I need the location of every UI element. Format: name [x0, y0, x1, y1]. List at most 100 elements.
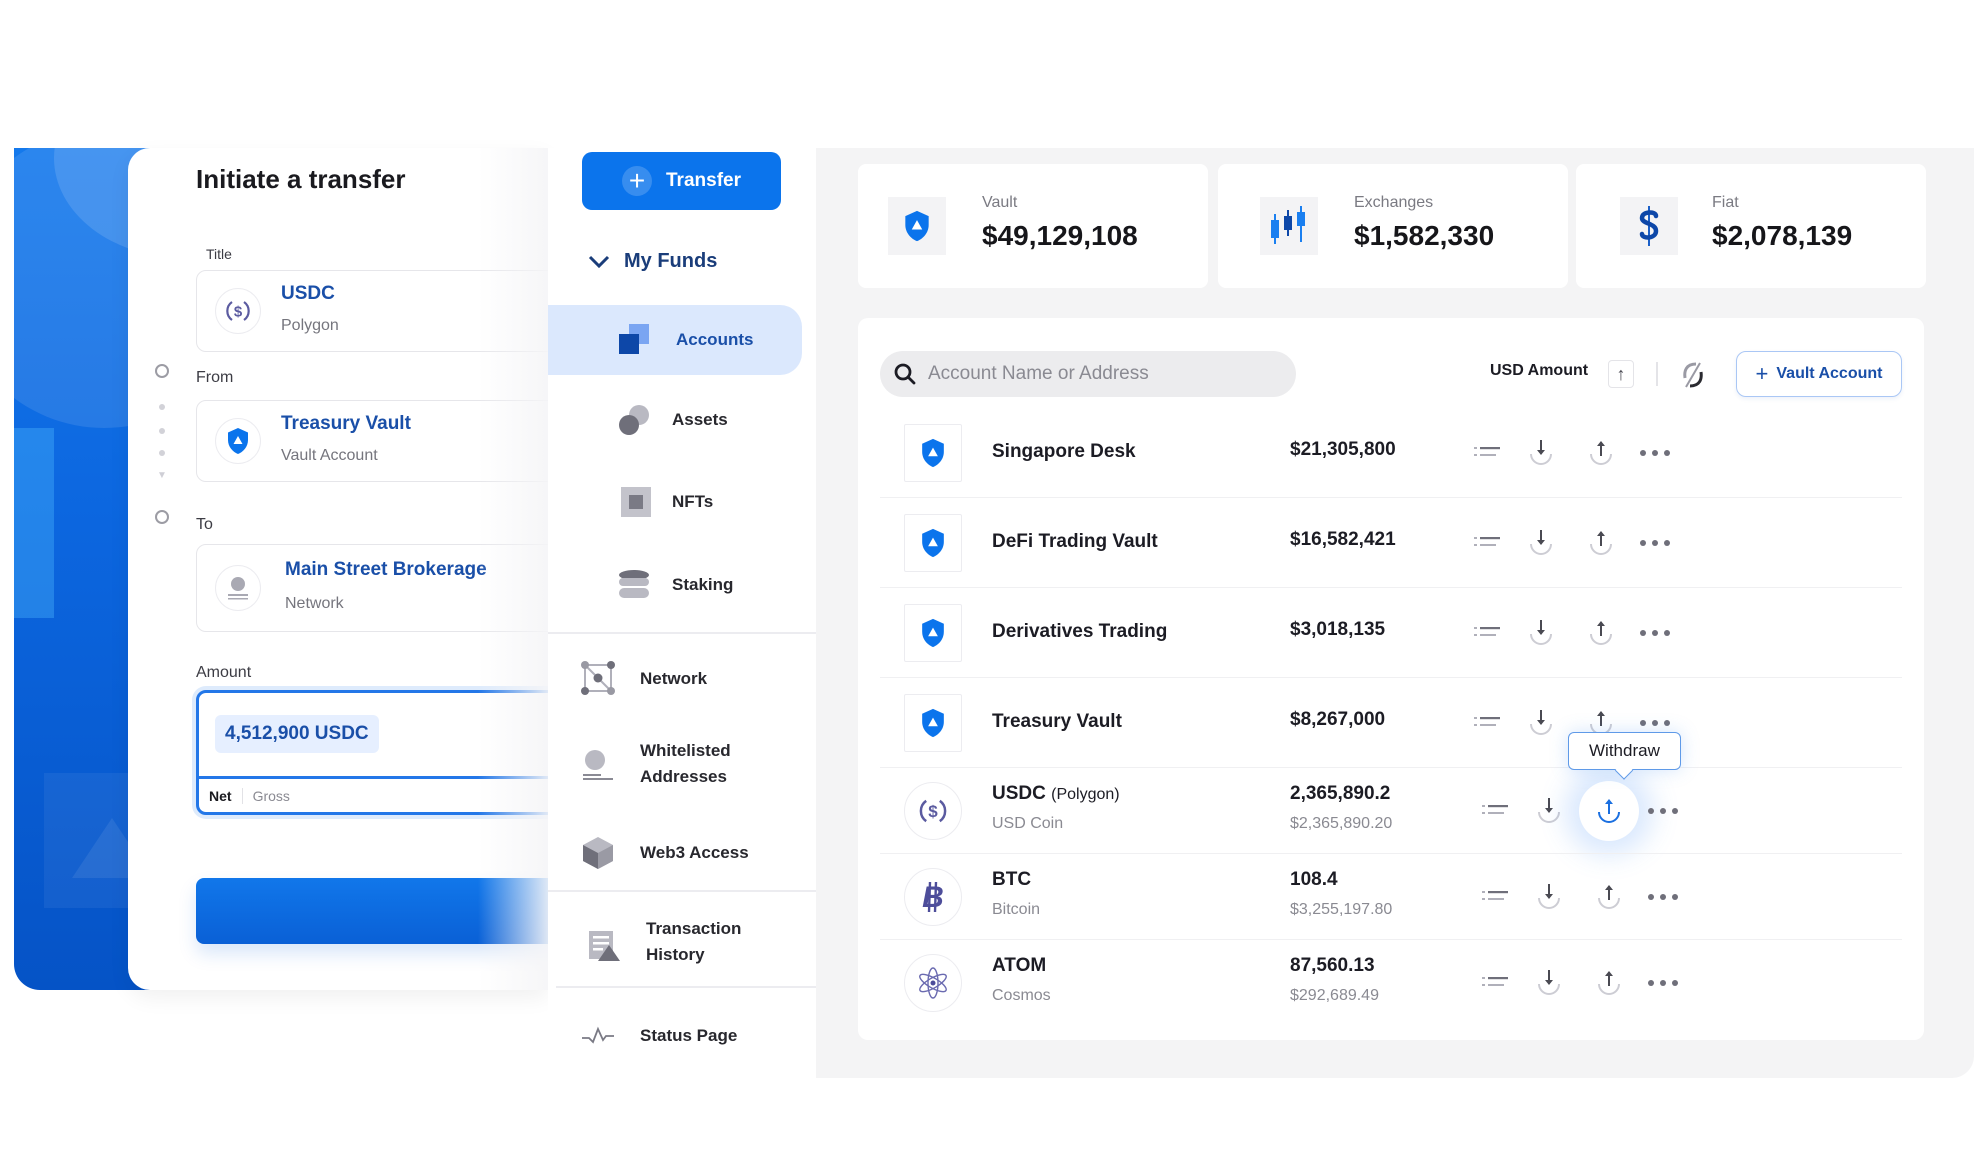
- withdraw-icon[interactable]: [1584, 436, 1618, 470]
- deposit-icon[interactable]: [1524, 616, 1558, 650]
- details-list-icon[interactable]: [1470, 616, 1504, 650]
- asset-usd-value: $2,365,890.20: [1290, 815, 1393, 832]
- asset-symbol-text: USDC: [992, 783, 1046, 804]
- search-input[interactable]: [928, 363, 1268, 385]
- my-funds-section-toggle[interactable]: My Funds: [588, 250, 717, 273]
- usdc-icon: $: [904, 782, 962, 840]
- more-options-icon[interactable]: [1646, 966, 1680, 1000]
- deposit-icon[interactable]: [1524, 526, 1558, 560]
- my-funds-label: My Funds: [624, 250, 718, 272]
- amount-mode-gross[interactable]: Gross: [243, 788, 300, 804]
- account-balance: $8,267,000: [1290, 709, 1386, 730]
- account-balance: $16,582,421: [1290, 529, 1396, 550]
- withdraw-icon[interactable]: [1584, 526, 1618, 560]
- nft-icon: [618, 484, 654, 520]
- to-destination-selector[interactable]: Main Street Brokerage Network: [196, 544, 548, 632]
- accounts-icon: [616, 321, 652, 357]
- asset-field-label: Title: [206, 246, 232, 262]
- summary-card-exchanges[interactable]: Exchanges $1,582,330: [1218, 164, 1568, 288]
- search-bar[interactable]: [880, 351, 1296, 397]
- deposit-icon[interactable]: [1532, 966, 1566, 1000]
- asset-selector[interactable]: $ USDC Polygon: [196, 270, 548, 352]
- amount-value: 4,512,900 USDC: [215, 715, 379, 753]
- sidebar-item-web3-access[interactable]: Web3 Access: [548, 818, 802, 888]
- pulse-icon: [580, 1018, 616, 1054]
- summary-card-fiat[interactable]: Fiat $2,078,139: [1576, 164, 1926, 288]
- more-options-icon[interactable]: [1646, 880, 1680, 914]
- sidebar-item-network[interactable]: Network: [548, 644, 802, 712]
- initiate-transfer-button[interactable]: Initiate: [196, 878, 548, 944]
- sidebar-item-transaction-history[interactable]: Transaction History: [548, 902, 802, 986]
- account-row[interactable]: B BTC Bitcoin 108.4 $3,255,197.80: [880, 854, 1902, 940]
- hide-zero-balances-button[interactable]: [1676, 358, 1710, 392]
- from-field-label: From: [196, 369, 234, 386]
- add-vault-account-button[interactable]: + Vault Account: [1736, 351, 1902, 397]
- amount-input[interactable]: 4,512,900 USDC Net Gross: [196, 690, 548, 815]
- asset-quantity: 87,560.13: [1290, 955, 1375, 976]
- details-list-icon[interactable]: [1478, 880, 1512, 914]
- sidebar-item-assets[interactable]: Assets: [548, 388, 802, 452]
- account-row[interactable]: Derivatives Trading $3,018,135: [880, 588, 1902, 678]
- transfer-form-panel: Initiate a transfer Title $ USDC Polygon…: [128, 148, 548, 990]
- contact-icon: [215, 565, 261, 611]
- stepper-start-dot: [155, 364, 169, 378]
- account-row[interactable]: $ USDC (Polygon) USD Coin 2,365,890.2 $2,365…: [880, 768, 1902, 854]
- main-content: Vault $49,129,108 Exchanges $1,582,330 F…: [816, 148, 1974, 1078]
- account-name: Singapore Desk: [992, 441, 1136, 462]
- new-transfer-button[interactable]: + Transfer: [582, 152, 781, 210]
- sidebar-item-accounts[interactable]: Accounts: [548, 305, 802, 375]
- asset-symbol-text: ATOM: [992, 955, 1047, 976]
- details-list-icon[interactable]: [1478, 966, 1512, 1000]
- details-list-icon[interactable]: [1470, 706, 1504, 740]
- summary-card-vault[interactable]: Vault $49,129,108: [858, 164, 1208, 288]
- deposit-icon[interactable]: [1532, 794, 1566, 828]
- amount-mode-net[interactable]: Net: [199, 787, 243, 804]
- from-account-type: Vault Account: [281, 447, 378, 464]
- accounts-list-card: USD Amount ↑ + Vault Account Singapore D…: [858, 318, 1924, 1040]
- more-options-icon[interactable]: [1638, 526, 1672, 560]
- nav-divider: [556, 986, 816, 988]
- transfer-form-title: Initiate a transfer: [196, 164, 406, 194]
- sort-by-label[interactable]: USD Amount: [1490, 362, 1588, 380]
- eye-off-icon: [1683, 362, 1703, 388]
- more-options-icon[interactable]: [1646, 794, 1680, 828]
- sidebar-item-whitelisted-addresses[interactable]: Whitelisted Addresses: [548, 726, 802, 806]
- withdraw-icon[interactable]: [1592, 966, 1626, 1000]
- account-row[interactable]: ATOM Cosmos 87,560.13 $292,689.49: [880, 940, 1902, 1026]
- search-icon: [894, 363, 916, 385]
- details-list-icon[interactable]: [1470, 436, 1504, 470]
- from-account-selector[interactable]: Treasury Vault Vault Account: [196, 400, 548, 482]
- assets-icon: [616, 402, 652, 438]
- stepper-dot: [159, 450, 165, 456]
- svg-text:B: B: [922, 881, 944, 914]
- sidebar-item-staking[interactable]: Staking: [548, 553, 802, 617]
- account-row[interactable]: Treasury Vault $8,267,000: [880, 678, 1902, 768]
- sidebar-item-nfts[interactable]: NFTs: [548, 470, 802, 534]
- details-list-icon[interactable]: [1478, 794, 1512, 828]
- plus-icon: +: [1755, 361, 1769, 386]
- amount-field-label: Amount: [196, 664, 252, 681]
- summary-label: Exchanges: [1354, 194, 1434, 211]
- sidebar-nav: + Transfer My Funds Accounts Assets NFTs…: [548, 148, 816, 1078]
- stepper-arrow-icon: ▼: [157, 470, 167, 481]
- sidebar-item-label-line1: Transaction: [646, 919, 742, 938]
- withdraw-tooltip: Withdraw: [1568, 732, 1681, 770]
- more-options-icon[interactable]: [1638, 436, 1672, 470]
- sort-direction-button[interactable]: ↑: [1608, 360, 1634, 388]
- account-row[interactable]: Singapore Desk $21,305,800: [880, 408, 1902, 498]
- asset-quantity: 108.4: [1290, 869, 1338, 890]
- withdraw-icon[interactable]: [1592, 880, 1626, 914]
- withdraw-icon[interactable]: [1592, 794, 1626, 828]
- withdraw-icon[interactable]: [1584, 616, 1618, 650]
- sidebar-item-label: Assets: [672, 410, 728, 429]
- more-options-icon[interactable]: [1638, 616, 1672, 650]
- history-icon: [586, 928, 622, 964]
- deposit-icon[interactable]: [1532, 880, 1566, 914]
- from-account-name: Treasury Vault: [281, 413, 411, 434]
- deposit-icon[interactable]: [1524, 706, 1558, 740]
- account-row[interactable]: DeFi Trading Vault $16,582,421: [880, 498, 1902, 588]
- fiat-exchange-icon: [1620, 197, 1678, 255]
- sidebar-item-status-page[interactable]: Status Page: [548, 1006, 802, 1066]
- details-list-icon[interactable]: [1470, 526, 1504, 560]
- deposit-icon[interactable]: [1524, 436, 1558, 470]
